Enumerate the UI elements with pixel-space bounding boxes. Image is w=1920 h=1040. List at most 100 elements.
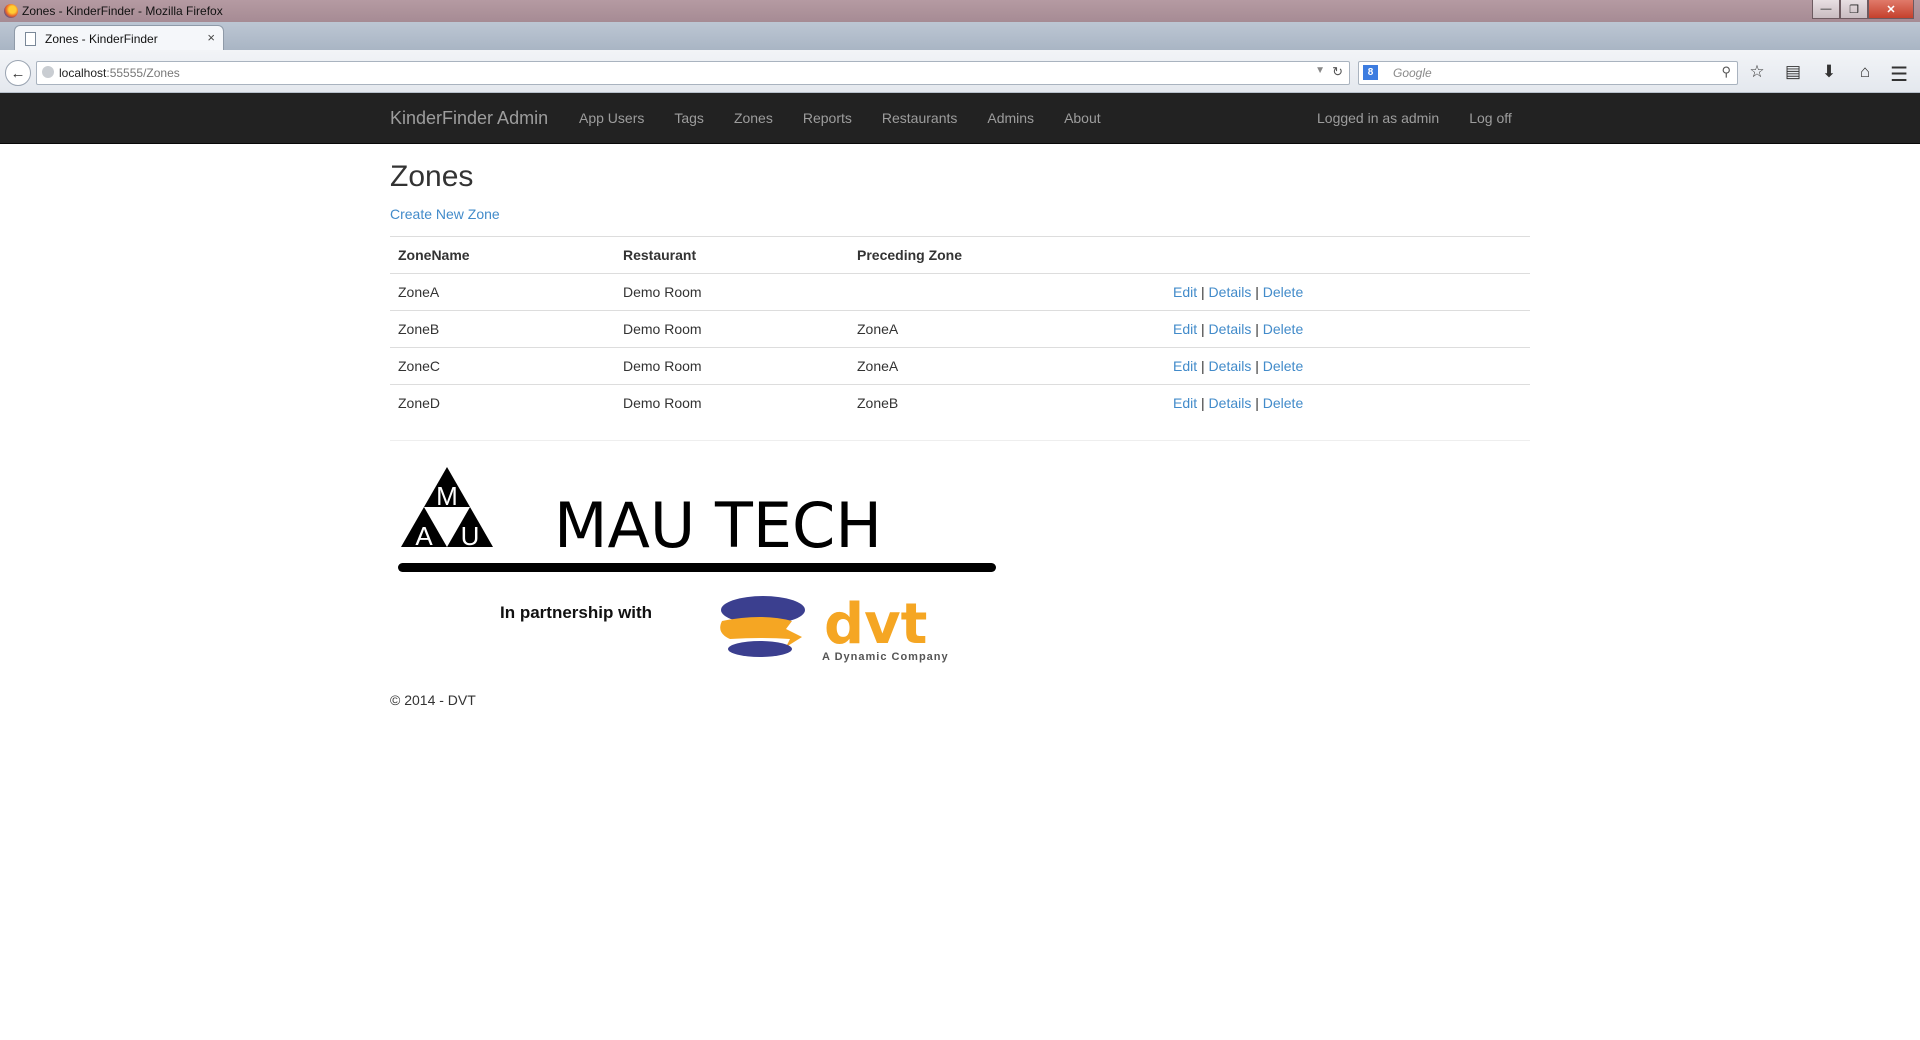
cell-actions: Edit | Details | Delete xyxy=(1165,347,1530,385)
minimize-icon[interactable]: — xyxy=(1812,0,1840,19)
nav-tags[interactable]: Tags xyxy=(674,110,704,126)
nav-app-users[interactable]: App Users xyxy=(579,110,644,126)
cell-preceding: ZoneA xyxy=(849,310,1165,348)
partnership-text: In partnership with xyxy=(500,603,652,622)
table-row: ZoneB Demo Room ZoneA Edit | Details | D… xyxy=(390,310,1530,348)
google-icon[interactable]: 8 xyxy=(1363,65,1378,80)
footer-divider xyxy=(390,440,1530,441)
nav-right: Logged in as admin Log off xyxy=(1317,110,1542,126)
table-row: ZoneC Demo Room ZoneA Edit | Details | D… xyxy=(390,347,1530,385)
log-off-link[interactable]: Log off xyxy=(1469,110,1512,126)
edit-link[interactable]: Edit xyxy=(1173,284,1197,300)
cell-zone: ZoneB xyxy=(390,310,615,348)
details-link[interactable]: Details xyxy=(1209,284,1252,300)
site-navbar: KinderFinder Admin App Users Tags Zones … xyxy=(0,93,1920,144)
header-restaurant: Restaurant xyxy=(615,236,849,274)
hamburger-menu-icon[interactable]: ☰ xyxy=(1890,62,1908,87)
nav-about[interactable]: About xyxy=(1064,110,1101,126)
cell-zone: ZoneC xyxy=(390,347,615,385)
main-content: Zones Create New Zone ZoneName Restauran… xyxy=(390,143,1530,708)
table-row: ZoneA Demo Room Edit | Details | Delete xyxy=(390,273,1530,311)
page-icon xyxy=(25,32,36,46)
maximize-icon[interactable]: ❐ xyxy=(1840,0,1868,19)
window-title: Zones - KinderFinder - Mozilla Firefox xyxy=(22,4,223,18)
details-link[interactable]: Details xyxy=(1209,321,1252,337)
cell-actions: Edit | Details | Delete xyxy=(1165,273,1530,311)
cell-restaurant: Demo Room xyxy=(615,273,849,311)
globe-icon xyxy=(42,66,54,78)
header-zonename: ZoneName xyxy=(390,236,615,274)
table-row: ZoneD Demo Room ZoneB Edit | Details | D… xyxy=(390,384,1530,421)
nav-admins[interactable]: Admins xyxy=(987,110,1034,126)
url-path: :55555/Zones xyxy=(106,66,180,80)
close-window-icon[interactable]: ✕ xyxy=(1868,0,1914,19)
nav-restaurants[interactable]: Restaurants xyxy=(882,110,957,126)
edit-link[interactable]: Edit xyxy=(1173,358,1197,374)
window-controls: — ❐ ✕ xyxy=(1812,0,1914,19)
details-link[interactable]: Details xyxy=(1209,358,1252,374)
delete-link[interactable]: Delete xyxy=(1263,321,1303,337)
table-header-row: ZoneName Restaurant Preceding Zone xyxy=(390,236,1530,274)
separator: | xyxy=(1255,284,1259,300)
bookmark-star-icon[interactable]: ☆ xyxy=(1746,62,1768,82)
separator: | xyxy=(1255,358,1259,374)
cell-restaurant: Demo Room xyxy=(615,310,849,348)
downloads-icon[interactable]: ⬇ xyxy=(1818,62,1840,82)
tab-label: Zones - KinderFinder xyxy=(45,32,158,46)
tab-zones[interactable]: Zones - KinderFinder × xyxy=(14,25,224,51)
delete-link[interactable]: Delete xyxy=(1263,284,1303,300)
search-bar[interactable]: 8 Google ⚲ xyxy=(1358,61,1738,85)
separator: | xyxy=(1201,358,1205,374)
tab-close-icon[interactable]: × xyxy=(207,30,215,45)
logo-letter-m: M xyxy=(436,481,458,511)
cell-preceding xyxy=(849,273,1165,311)
toolbar-icons: ☆ ▤ ⬇ ⌂ xyxy=(1746,62,1876,82)
nav-reports[interactable]: Reports xyxy=(803,110,852,126)
logo-letter-a: A xyxy=(415,521,433,551)
url-host: localhost xyxy=(59,66,107,80)
dvt-wordmark: dvt xyxy=(824,592,927,657)
cell-zone: ZoneD xyxy=(390,384,615,421)
url-bar[interactable]: localhost:55555/Zones ▼ ↻ xyxy=(36,61,1350,85)
edit-link[interactable]: Edit xyxy=(1173,321,1197,337)
url-dropdown-icon[interactable]: ▼ xyxy=(1315,65,1325,76)
nav-links: App Users Tags Zones Reports Restaurants… xyxy=(579,110,1131,126)
create-new-zone-link[interactable]: Create New Zone xyxy=(390,206,500,222)
page-title: Zones xyxy=(390,160,474,193)
dvt-tagline: A Dynamic Company xyxy=(822,651,949,663)
cell-preceding: ZoneB xyxy=(849,384,1165,421)
separator: | xyxy=(1255,395,1259,411)
cell-restaurant: Demo Room xyxy=(615,384,849,421)
window-titlebar: Zones - KinderFinder - Mozilla Firefox —… xyxy=(0,0,1920,22)
mau-tech-dvt-logo: M A U MAU TECH In partnership with dvt A… xyxy=(398,467,996,663)
home-icon[interactable]: ⌂ xyxy=(1854,62,1876,82)
zones-table: ZoneName Restaurant Preceding Zone ZoneA… xyxy=(390,236,1530,421)
search-placeholder: Google xyxy=(1393,66,1432,80)
delete-link[interactable]: Delete xyxy=(1263,358,1303,374)
browser-toolbar: ← localhost:55555/Zones ▼ ↻ 8 Google ⚲ ☆… xyxy=(0,50,1920,93)
search-icon[interactable]: ⚲ xyxy=(1721,64,1731,80)
back-arrow-icon[interactable]: ← xyxy=(5,60,31,86)
header-actions xyxy=(1165,236,1530,274)
logged-in-link[interactable]: Logged in as admin xyxy=(1317,110,1439,126)
logo-name: MAU TECH xyxy=(554,489,882,562)
reload-icon[interactable]: ↻ xyxy=(1332,64,1343,80)
cell-preceding: ZoneA xyxy=(849,347,1165,385)
separator: | xyxy=(1255,321,1259,337)
separator: | xyxy=(1201,321,1205,337)
brand-link[interactable]: KinderFinder Admin xyxy=(390,108,548,129)
separator: | xyxy=(1201,284,1205,300)
logo-letter-u: U xyxy=(461,521,480,551)
cell-zone: ZoneA xyxy=(390,273,615,311)
tab-strip: Zones - KinderFinder × + xyxy=(0,22,1920,67)
nav-zones[interactable]: Zones xyxy=(734,110,773,126)
details-link[interactable]: Details xyxy=(1209,395,1252,411)
edit-link[interactable]: Edit xyxy=(1173,395,1197,411)
reading-list-icon[interactable]: ▤ xyxy=(1782,62,1804,82)
header-preceding-zone: Preceding Zone xyxy=(849,236,1165,274)
separator: | xyxy=(1201,395,1205,411)
cell-actions: Edit | Details | Delete xyxy=(1165,310,1530,348)
url-text[interactable]: localhost:55555/Zones xyxy=(59,66,180,80)
delete-link[interactable]: Delete xyxy=(1263,395,1303,411)
copyright: © 2014 - DVT xyxy=(390,692,476,708)
